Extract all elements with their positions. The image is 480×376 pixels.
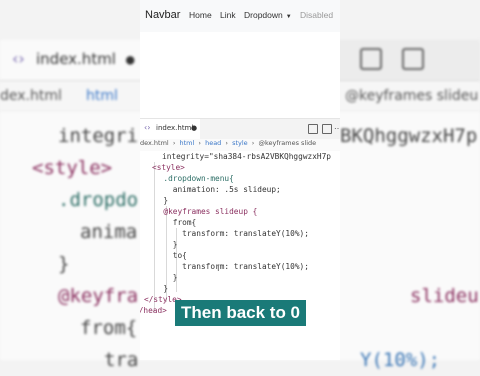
background-code-line: Y(10%); [360, 349, 441, 371]
background-code-line: slideu [410, 285, 479, 307]
code-line: <style> [152, 163, 185, 172]
more-actions-icon[interactable]: … [334, 122, 340, 131]
background-crumb-keyframes: @keyframes slideu [345, 88, 479, 104]
code-line: } [154, 240, 178, 249]
background-code-line: integri [58, 125, 139, 147]
code-line: } [154, 273, 178, 282]
layout-icon [402, 48, 424, 70]
video-caption: Then back to 0 [175, 300, 306, 326]
code-line: transform: translateY(10%); [154, 229, 309, 238]
code-icon: ‹› [144, 123, 151, 132]
background-tab: ‹› index.html ● [0, 40, 160, 80]
background-crumb-file: dex.html [0, 88, 62, 104]
breadcrumb-item[interactable]: @keyframes slide [258, 139, 316, 147]
editor-tabbar: ‹› index.html ● … [140, 119, 340, 140]
tab-index-html[interactable]: ‹› index.html ● [140, 119, 200, 139]
code-line: @keyframes slideup { [154, 207, 258, 216]
preview-panel: Navbar Home Link Dropdown ▼ Disabled ‹› i… [140, 0, 340, 360]
code-line: animation: .5s slideup; [154, 185, 281, 194]
background-code-line: BKQhggwzxH7p [340, 125, 478, 147]
code-line: </head> [140, 306, 167, 315]
tab-label: index.html [156, 124, 194, 132]
background-code-line: } [58, 253, 70, 275]
code-line: transform: translateY(10%); [154, 262, 309, 271]
code-line: .dropdown-menu{ [154, 174, 234, 183]
breadcrumb-item[interactable]: html [180, 139, 195, 147]
breadcrumb-item[interactable]: dex.html [140, 139, 169, 147]
code-line: from{ [154, 218, 197, 227]
code-line: to{ [154, 251, 187, 260]
code-icon: ‹› [12, 49, 25, 68]
background-actions [340, 48, 480, 72]
unsaved-dot: ● [191, 124, 198, 132]
code-line: integrity="sha384-rbsA2VBKQhggwzxH7p [162, 152, 331, 161]
caret-down-icon: ▼ [285, 14, 292, 20]
background-crumb-html: html [86, 88, 118, 104]
nav-link-link[interactable]: Link [220, 10, 236, 20]
background-tab-name: index.html [36, 50, 116, 68]
code-line: } [154, 196, 169, 205]
breadcrumb-separator: › [198, 139, 201, 147]
background-code-line: anima [80, 221, 138, 243]
unsaved-dot: ● [126, 52, 135, 68]
nav-link-disabled: Disabled [300, 10, 334, 20]
navbar: Navbar Home Link Dropdown ▼ Disabled [140, 0, 340, 33]
toggle-layout-icon[interactable] [322, 124, 332, 134]
breadcrumb-item[interactable]: style [232, 139, 248, 147]
text-cursor-icon: I [217, 264, 220, 274]
nav-link-home[interactable]: Home [189, 10, 212, 20]
split-editor-icon[interactable] [308, 124, 318, 134]
code-area[interactable]: integrity="sha384-rbsA2VBKQhggwzxH7p <st… [140, 152, 340, 360]
background-code-line: <style> [32, 157, 113, 179]
breadcrumb-separator: › [172, 139, 176, 147]
nav-dropdown-label: Dropdown [244, 10, 283, 20]
background-code-line: from{ [80, 317, 138, 339]
page-content [140, 32, 340, 120]
background-code-line: .dropdo [58, 189, 139, 211]
background-code-line: tra [104, 349, 139, 371]
breadcrumb: dex.html › html › head › style › @keyfra… [140, 139, 340, 151]
background-code-line: @keyfra [58, 285, 139, 307]
code-line: } [154, 284, 169, 293]
nav-dropdown[interactable]: Dropdown ▼ [244, 10, 292, 20]
breadcrumb-item[interactable]: head [205, 139, 221, 147]
breadcrumb-separator: › [225, 139, 228, 147]
breadcrumb-separator: › [251, 139, 255, 147]
navbar-brand[interactable]: Navbar [145, 9, 180, 21]
split-icon [360, 48, 382, 70]
